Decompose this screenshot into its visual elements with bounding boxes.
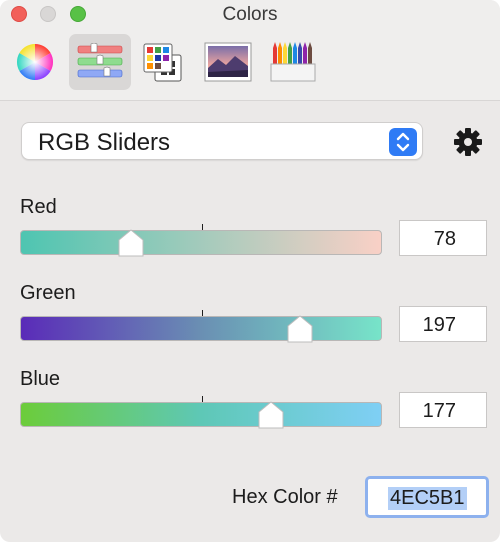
tool-image-palettes[interactable]	[197, 34, 259, 90]
color-wheel-icon	[16, 43, 54, 81]
tool-pencils[interactable]	[262, 34, 324, 90]
green-slider-thumb[interactable]	[287, 315, 313, 343]
tool-color-sliders[interactable]	[69, 34, 131, 90]
colors-window: Colors RGB Sliders Red 78 Green 197 Blue…	[0, 0, 500, 542]
green-slider-track[interactable]	[20, 316, 382, 341]
tool-color-palettes[interactable]	[132, 34, 194, 90]
blue-slider-thumb[interactable]	[258, 401, 284, 429]
blue-slider-label: Blue	[20, 368, 61, 390]
red-slider-label: Red	[20, 196, 57, 218]
landscape-image-icon	[204, 42, 252, 82]
tool-color-wheel[interactable]	[4, 34, 66, 90]
green-value-field[interactable]: 197	[399, 306, 487, 342]
blue-slider-track[interactable]	[20, 402, 382, 427]
gear-icon[interactable]	[452, 126, 484, 158]
sliders-icon	[77, 43, 123, 78]
palette-grid-icon	[143, 43, 182, 82]
blue-value-field[interactable]: 177	[399, 392, 487, 428]
mode-select[interactable]: RGB Sliders	[21, 122, 423, 160]
pencils-icon	[270, 42, 316, 82]
green-slider-label: Green	[20, 282, 76, 304]
window-title: Colors	[222, 4, 278, 25]
mode-select-value: RGB Sliders	[38, 129, 171, 156]
title-bar: Colors	[0, 0, 500, 101]
hex-color-field[interactable]: 4EC5B1	[365, 476, 489, 518]
hex-color-label: Hex Color #	[232, 486, 338, 508]
up-down-chevron-icon	[389, 128, 417, 156]
hex-color-value: 4EC5B1	[388, 487, 467, 510]
red-slider-track[interactable]	[20, 230, 382, 255]
red-slider-thumb[interactable]	[118, 229, 144, 257]
red-value-field[interactable]: 78	[399, 220, 487, 256]
